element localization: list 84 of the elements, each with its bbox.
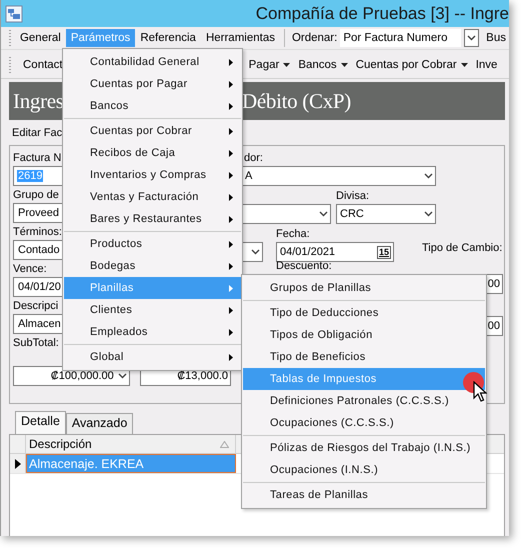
toolbar-menu[interactable]: Contact [23,58,63,70]
field-label: Fecha: [276,227,310,241]
calendar-button[interactable]: 15 [376,246,391,258]
submenu-arrow-icon [229,150,233,156]
toolbar-menu[interactable]: Inve [476,58,498,70]
menu-item[interactable]: Tipos de Obligación [243,324,485,346]
table-cell: Almacenaje. EKREA [26,454,236,473]
chevron-down-icon [424,173,433,179]
sort-label: Ordenar: [290,32,338,44]
row-pointer-icon [14,458,20,468]
field-label: Tipo de Cambio: [422,242,502,254]
menu-item[interactable]: Tareas de Planillas [243,484,485,506]
menu-item[interactable]: Pólizas de Riesgos del Trabajo (I.N.S.) [243,437,485,459]
submenu-arrow-icon [229,172,233,178]
submenu-arrow-icon [229,58,233,66]
sort-field[interactable]: Por Factura Numero [340,29,460,47]
menu-item[interactable]: Inventarios y Compras [64,164,241,186]
menu-item[interactable]: Empleados [64,321,241,343]
toolbar-menu[interactable]: Bancos [298,58,348,70]
menu-item[interactable]: Ventas y Facturación [64,186,241,208]
field-label: Descuento: [276,259,332,273]
field-label: SubTotal: [13,336,59,350]
submenu-arrow-icon [229,284,233,292]
app-icon [5,4,23,22]
menu-item[interactable]: Bodegas [64,255,241,277]
chevron-down-icon [319,211,328,217]
menu-item[interactable]: Productos [64,233,241,255]
dropdown-field[interactable] [241,204,331,224]
submenu-arrow-icon [229,194,233,200]
menu-item[interactable]: Tipo de Deducciones [243,302,485,324]
submenu-arrow-icon [229,328,233,336]
menu-item[interactable]: Tipo de Beneficios [243,346,485,368]
supplier-dropdown[interactable]: A [241,166,436,186]
chevron-down-icon [466,35,476,41]
menu-item[interactable]: Ocupaciones (C.C.S.S.) [243,412,485,434]
menu-item[interactable]: Bares y Restaurantes [64,208,241,230]
submenu-arrow-icon [229,262,233,270]
submenu-arrow-icon [229,128,233,134]
submenu-arrow-icon [229,80,233,88]
submenu-arrow-icon [229,216,233,222]
date-field[interactable]: 04/01/2021 15 [276,242,394,262]
menu-item[interactable]: Clientes [64,299,241,321]
caret-icon [283,62,290,66]
field-label: dor: [244,151,263,165]
field-label: Divisa: [336,189,370,203]
field-label: Grupo de [13,188,59,202]
menu-item[interactable]: Contabilidad General [64,51,241,73]
submenu-arrow-icon [229,354,233,360]
header-title: Ingres [13,88,64,114]
field-label: Vence: [13,262,47,276]
menu-item[interactable]: Global [64,346,241,368]
dropdown-button[interactable] [464,29,480,47]
submenu-arrow-icon [229,240,233,248]
chevron-down-icon [424,211,433,217]
menu-bar-item[interactable]: Referencia [135,29,201,47]
menu-item[interactable]: Grupos de Planillas [243,277,485,299]
menu-bar-item[interactable]: Herramientas [200,29,280,47]
menu-item[interactable]: Bancos [64,95,241,117]
caret-icon [460,62,468,66]
menu-item[interactable]: Cuentas por Pagar [64,73,241,95]
chevron-down-icon [118,373,127,379]
field-label: Descripci [13,299,58,313]
tab[interactable]: Avanzado [66,413,134,434]
toolbar-menu[interactable]: Pagar [248,58,290,70]
column-title: Descripción [29,437,92,451]
menu-item[interactable]: Recibos de Caja [64,142,241,164]
menu-item[interactable]: Cuentas por Cobrar [64,120,241,142]
submenu-arrow-icon [229,306,233,314]
field-label: Términos: [13,225,62,239]
toolbar-menu[interactable]: Cuentas por Cobrar [356,58,468,70]
column-header[interactable]: Descripción [26,435,236,453]
header-title: Débito (CxP) [242,88,351,114]
menu-bar-item[interactable]: General [14,29,66,47]
tab[interactable]: Detalle [15,411,66,434]
sort-icon [220,440,229,448]
dropdown-field[interactable] [241,242,263,262]
field-label: Factura N [13,151,62,165]
caret-icon [340,62,348,66]
chevron-down-icon [251,249,260,255]
window-title: Compañía de Pruebas [3] -- Ingre [256,4,509,24]
menu-item[interactable]: Ocupaciones (I.N.S.) [243,459,485,481]
currency-dropdown[interactable]: CRC [336,204,436,224]
search-label: Bus [485,32,507,44]
submenu-arrow-icon [229,102,233,110]
